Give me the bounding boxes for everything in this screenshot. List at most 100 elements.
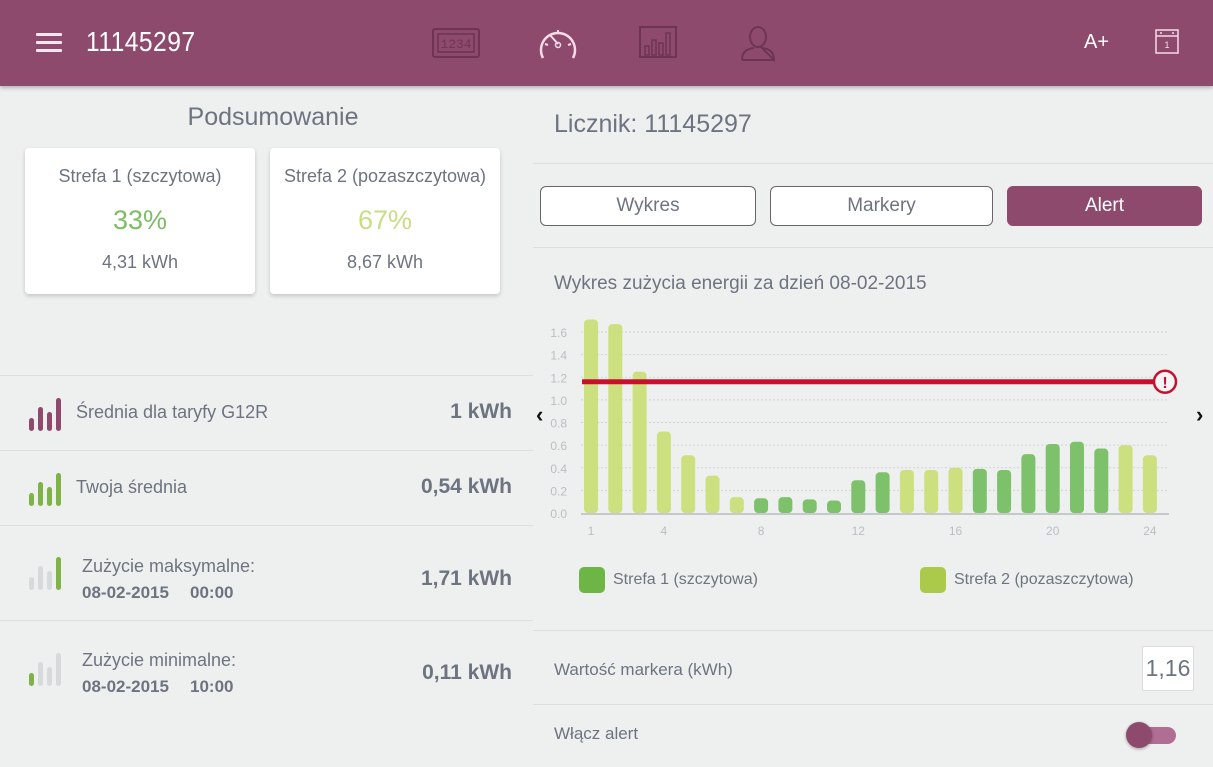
y-tick-label: 1.6 — [550, 326, 567, 340]
bar-hour-20 — [1045, 443, 1060, 513]
divider — [533, 704, 1213, 705]
y-tick-label: 0.4 — [550, 462, 567, 476]
min-usage-value: 0,11 kWh — [422, 661, 512, 684]
bar-hour-7 — [729, 497, 744, 513]
x-tick-label: 20 — [1046, 524, 1060, 538]
svg-text:1234: 1234 — [440, 37, 471, 52]
divider — [533, 163, 1213, 164]
legend-zone1-label: Strefa 1 (szczytowa) — [613, 571, 758, 588]
max-usage-label: Zużycie maksymalne: — [82, 556, 256, 576]
bar-hour-3 — [632, 371, 647, 513]
bar-hour-15 — [924, 470, 939, 513]
bar-hour-24 — [1142, 455, 1157, 513]
min-usage-time: 10:00 — [190, 677, 234, 696]
zone1-label: Strefa 1 (szczytowa) — [58, 166, 222, 186]
min-usage-date: 08-02-2015 — [82, 677, 169, 696]
bar-hour-1 — [584, 319, 598, 513]
alert-toggle-label: Włącz alert — [554, 724, 639, 743]
bar-chart-icon[interactable] — [633, 22, 683, 64]
your-average-value: 0,54 kWh — [420, 475, 512, 498]
bar-hour-5 — [681, 455, 696, 513]
tariff-average-label: Średnia dla taryfy G12R — [76, 402, 269, 422]
zone2-percent: 67% — [357, 205, 413, 235]
bar-hour-22 — [1094, 448, 1109, 513]
zone1-percent: 33% — [112, 205, 168, 235]
marker-value-label: Wartość markera (kWh) — [554, 660, 733, 679]
app-title: 11145297 — [86, 26, 196, 57]
bar-hour-4 — [656, 431, 671, 513]
max-usage-row: Zużycie maksymalne: 08-02-2015 00:00 1,7… — [0, 525, 533, 620]
bar-hour-12 — [851, 480, 866, 513]
alert-toggle[interactable] — [1126, 722, 1180, 748]
summary-panel: Podsumowanie Strefa 1 (szczytowa) 33% 4,… — [0, 86, 533, 767]
x-tick-label: 16 — [949, 524, 963, 538]
summary-title: Podsumowanie — [187, 103, 359, 131]
bar-hour-6 — [705, 475, 720, 513]
y-tick-label: 1.2 — [550, 371, 567, 385]
next-day-arrow[interactable]: › — [1196, 402, 1203, 428]
bar-hour-10 — [802, 499, 817, 513]
your-average-label: Twoja średnia — [76, 477, 188, 497]
prev-day-arrow[interactable]: ‹ — [536, 402, 543, 428]
x-tick-label: 1 — [588, 524, 595, 538]
bar-hour-19 — [1021, 454, 1036, 513]
chart-title: Wykres zużycia energii za dzień 08-02-20… — [554, 273, 927, 294]
alert-toggle-knob[interactable] — [1126, 722, 1152, 748]
bar-hour-17 — [972, 468, 987, 513]
meter-panel: Licznik: 11145297 Wykres Markery Alert W… — [533, 86, 1213, 767]
bar-hour-9 — [778, 497, 793, 513]
min-usage-row: Zużycie minimalne: 08-02-2015 10:00 0,11… — [0, 620, 533, 715]
font-size-button[interactable]: A+ — [1084, 31, 1109, 54]
top-bar: 11145297 1234 A+ 1 — [0, 0, 1213, 86]
bar-hour-18 — [997, 470, 1012, 513]
your-average-bars-icon — [28, 472, 64, 506]
bar-hour-21 — [1070, 441, 1084, 513]
meter-display-icon[interactable]: 1234 — [431, 22, 481, 64]
tab-alert[interactable]: Alert — [1007, 186, 1202, 226]
bar-hour-11 — [827, 500, 841, 513]
calendar-icon[interactable]: 1 — [1155, 28, 1179, 54]
legend-zone2-label: Strefa 2 (pozaszczytowa) — [954, 571, 1134, 588]
y-tick-label: 1.4 — [550, 349, 567, 363]
bar-hour-23 — [1118, 445, 1133, 513]
x-tick-label: 4 — [661, 524, 668, 538]
bar-hour-2 — [608, 324, 623, 513]
meter-title: Licznik: 11145297 — [554, 110, 752, 138]
max-usage-value: 1,71 kWh — [420, 567, 512, 590]
zone2-card: Strefa 2 (pozaszczytowa) 67% 8,67 kWh — [270, 148, 500, 294]
zone2-value: 8,67 kWh — [346, 252, 424, 272]
tariff-bars-icon — [28, 397, 64, 431]
tab-wykres[interactable]: Wykres — [540, 186, 756, 226]
legend-zone2: Strefa 2 (pozaszczytowa) — [920, 567, 1134, 593]
zone1-value: 4,31 kWh — [101, 252, 179, 272]
max-usage-bars-icon — [28, 556, 64, 590]
bar-hour-14 — [899, 470, 914, 513]
tariff-average-value: 1 kWh — [450, 400, 512, 423]
min-usage-bars-icon — [28, 652, 64, 686]
calendar-day: 1 — [1164, 40, 1169, 50]
usage-chart: 0.0 0.2 0.4 0.6 0.8 1.0 1.2 1.4 1.6 1 4 8 12 16 20 24! — [550, 319, 1178, 538]
bar-hour-8 — [754, 498, 769, 513]
legend-zone2-swatch — [920, 567, 946, 593]
divider — [533, 630, 1213, 631]
tariff-average-row: Średnia dla taryfy G12R 1 kWh — [0, 375, 533, 450]
your-average-row: Twoja średnia 0,54 kWh — [0, 450, 533, 525]
zone2-label: Strefa 2 (pozaszczytowa) — [283, 166, 487, 186]
y-tick-label: 0.8 — [550, 417, 567, 431]
max-usage-date: 08-02-2015 — [82, 583, 169, 602]
min-usage-label: Zużycie minimalne: — [82, 650, 237, 670]
bar-hour-16 — [948, 467, 963, 513]
speedometer-icon[interactable] — [533, 22, 583, 64]
user-icon[interactable] — [733, 22, 783, 64]
zone1-card: Strefa 1 (szczytowa) 33% 4,31 kWh — [25, 148, 255, 294]
tab-markery[interactable]: Markery — [770, 186, 993, 226]
x-tick-label: 8 — [758, 524, 765, 538]
hamburger-icon[interactable] — [36, 33, 62, 53]
legend-zone1: Strefa 1 (szczytowa) — [579, 567, 758, 593]
y-tick-label: 0.2 — [550, 484, 567, 498]
bar-hour-13 — [875, 472, 890, 513]
marker-value-input[interactable]: 1,16 — [1142, 646, 1194, 691]
alert-exclamation: ! — [1162, 375, 1167, 392]
y-tick-label: 1.0 — [550, 394, 567, 408]
x-tick-label: 24 — [1143, 524, 1157, 538]
